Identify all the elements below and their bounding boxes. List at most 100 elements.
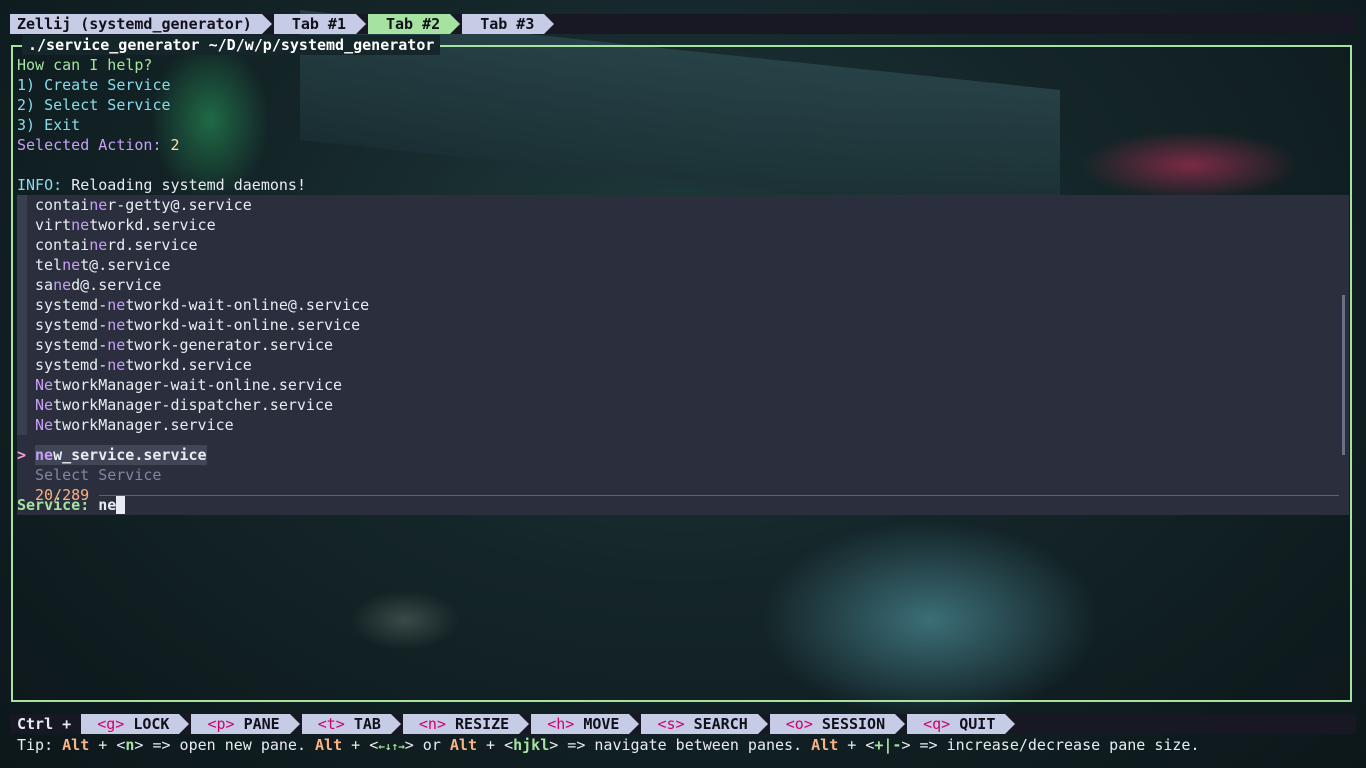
fzf-list-item[interactable]: systemd-networkd-wait-online.service <box>35 315 360 335</box>
tip-key-arrows: ←↓↑→ <box>378 740 405 753</box>
shortcut-key: <t> <box>317 715 345 733</box>
fzf-list-item[interactable]: virtnetworkd.service <box>35 215 216 235</box>
item-rest: tworkd.service <box>125 356 252 374</box>
mode-label: TAB <box>353 715 381 733</box>
shortcut-key: <n> <box>418 715 446 733</box>
item-rest: t@.service <box>80 256 171 274</box>
item-rest: tworkManager-wait-online.service <box>53 376 343 394</box>
tab-bar: Zellij (systemd_generator) Tab #1 Tab #2… <box>10 14 1356 34</box>
selected-action-label: Selected Action: <box>17 136 162 154</box>
shortcut-key: <h> <box>547 715 575 733</box>
match-highlight: ne <box>62 256 81 274</box>
item-rest: tworkd.service <box>89 216 216 234</box>
mode-button-quit[interactable]: <q> QUIT <box>907 714 1016 734</box>
tip-key-alt: Alt <box>315 736 343 754</box>
tip-text: > => increase/decrease pane size. <box>901 736 1200 754</box>
mode-label: LOCK <box>133 715 170 733</box>
fzf-list-item[interactable]: systemd-networkd-wait-online@.service <box>35 295 369 315</box>
fzf-scrollbar[interactable] <box>1342 295 1345 455</box>
shortcut-key: <s> <box>657 715 685 733</box>
tip-text: + < <box>838 736 875 754</box>
mode-label: SEARCH <box>693 715 748 733</box>
tip-prefix: Tip: <box>17 736 63 754</box>
fzf-query-line[interactable]: Service: ne <box>17 495 126 515</box>
session-name: Zellij (systemd_generator) <box>10 14 272 34</box>
fzf-gutter <box>17 195 27 435</box>
info-message: Reloading systemd daemons! <box>71 176 306 194</box>
fzf-divider <box>99 495 1339 496</box>
match-highlight: ne <box>107 296 126 314</box>
fzf-list-item[interactable]: NetworkManager-dispatcher.service <box>35 395 333 415</box>
tip-key-alt: Alt <box>449 736 477 754</box>
tip-line: Tip: Alt + <n> => open new pane. Alt + <… <box>17 735 1199 755</box>
mode-button-session[interactable]: <o> SESSION <box>769 714 906 734</box>
pane-title: ./service_generator ~/D/w/p/systemd_gene… <box>22 35 441 55</box>
mode-label: PANE <box>243 715 280 733</box>
fzf-selected-item[interactable]: new_service.service <box>35 445 207 465</box>
fzf-list-item[interactable]: systemd-networkd.service <box>35 355 252 375</box>
mode-label: QUIT <box>959 715 996 733</box>
item-rest: twork-generator.service <box>125 336 334 354</box>
search-input[interactable]: ne <box>98 496 116 514</box>
item-rest: w_service.service <box>53 446 207 464</box>
fzf-list-item[interactable]: NetworkManager-wait-online.service <box>35 375 342 395</box>
tab-3[interactable]: Tab #3 <box>462 14 555 34</box>
match-highlight: ne <box>89 236 108 254</box>
mode-button-search[interactable]: <s> SEARCH <box>641 714 769 734</box>
tip-key: hjkl <box>513 736 550 754</box>
fzf-list-item[interactable]: NetworkManager.service <box>35 415 234 435</box>
mode-label: RESIZE <box>455 715 510 733</box>
shortcut-key: <g> <box>97 715 125 733</box>
mode-label: MOVE <box>583 715 620 733</box>
match-highlight: ne <box>89 196 108 214</box>
fzf-list-item[interactable]: telnet@.service <box>35 255 170 275</box>
mode-button-move[interactable]: <h> MOVE <box>531 714 640 734</box>
fzf-list-item[interactable]: saned@.service <box>35 275 161 295</box>
match-highlight: Ne <box>35 376 54 394</box>
item-rest: tworkd-wait-online@.service <box>125 296 370 314</box>
item-rest: d@.service <box>71 276 162 294</box>
shortcut-key: <o> <box>785 715 813 733</box>
menu-option-select: 2) Select Service <box>17 96 171 114</box>
menu-option-exit: 3) Exit <box>17 116 81 134</box>
tip-text: > => open new pane. <box>134 736 316 754</box>
text-cursor <box>116 496 126 514</box>
fuzzy-finder[interactable]: container-getty@.service virtnetworkd.ser… <box>17 195 1349 515</box>
tip-text: + < <box>89 736 126 754</box>
fzf-list-item[interactable]: container-getty@.service <box>35 195 252 215</box>
item-rest: rd.service <box>107 236 198 254</box>
fzf-list-item[interactable]: systemd-network-generator.service <box>35 335 333 355</box>
match-highlight: Ne <box>35 416 54 434</box>
item-prefix: sa <box>35 276 54 294</box>
mode-label: SESSION <box>821 715 886 733</box>
tab-1[interactable]: Tab #1 <box>273 14 367 34</box>
tab-2[interactable]: Tab #2 <box>368 14 461 34</box>
item-rest: tworkManager.service <box>53 416 234 434</box>
item-rest: tworkd-wait-online.service <box>125 316 361 334</box>
selected-action: Selected Action: 2 <box>17 135 180 155</box>
match-highlight: ne <box>107 316 126 334</box>
item-prefix: virt <box>35 216 72 234</box>
mode-button-tab[interactable]: <t> TAB <box>301 714 402 734</box>
selection-pointer-icon: > <box>17 446 27 464</box>
query-label: Service: <box>17 496 90 514</box>
mode-button-lock[interactable]: <g> LOCK <box>81 714 190 734</box>
match-highlight: ne <box>35 446 54 464</box>
shortcut-key: <p> <box>207 715 235 733</box>
item-prefix: systemd- <box>35 296 108 314</box>
match-highlight: ne <box>107 336 126 354</box>
mode-button-pane[interactable]: <p> PANE <box>191 714 300 734</box>
status-bar: Ctrl + <g> LOCK <p> PANE <t> TAB <n> RESIZE… <box>10 714 1356 734</box>
mode-button-resize[interactable]: <n> RESIZE <box>402 714 530 734</box>
selected-action-value: 2 <box>170 136 180 154</box>
menu-prompt: How can I help? <box>17 56 153 74</box>
item-prefix: systemd- <box>35 336 108 354</box>
fzf-header: Select Service <box>35 466 162 484</box>
tip-text: > => navigate between panes. <box>549 736 812 754</box>
shortcut-key: <q> <box>923 715 951 733</box>
item-prefix: contai <box>35 236 90 254</box>
ctrl-modifier: Ctrl + <box>10 714 80 734</box>
fzf-list-item[interactable]: containerd.service <box>35 235 198 255</box>
match-highlight: ne <box>53 276 72 294</box>
item-prefix: systemd- <box>35 356 108 374</box>
